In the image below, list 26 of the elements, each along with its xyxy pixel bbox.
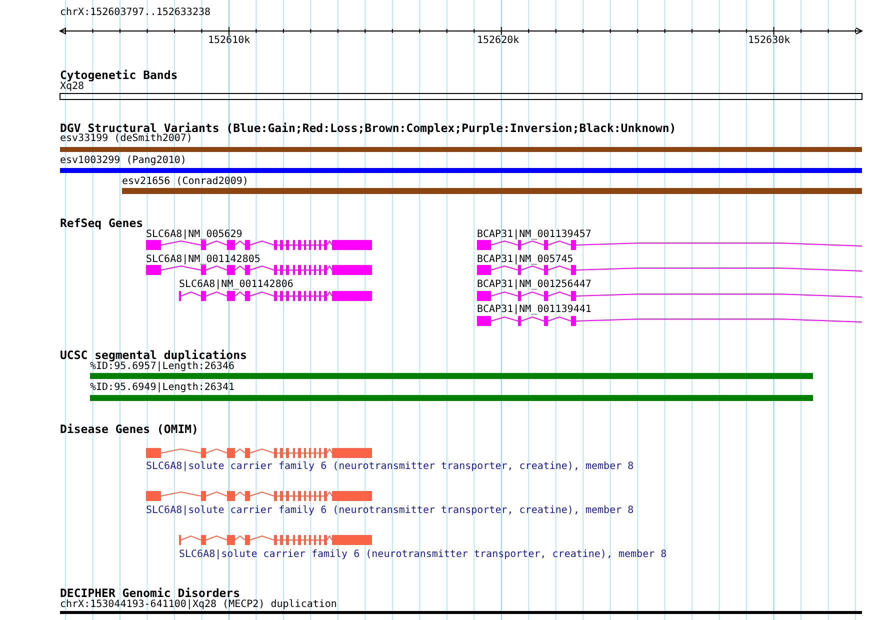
feature-label: SLC6A8|NM_001142806: [179, 279, 294, 290]
feature-label: BCAP31|NM_005745: [477, 254, 574, 265]
feature-label: BCAP31|NM_001256447: [477, 279, 592, 290]
feature-label: SLC6A8|solute carrier family 6 (neurotransmitter transporter, creatine), member 8: [146, 461, 634, 472]
feature-label: SLC6A8|solute carrier family 6 (neurotransmitter transporter, creatine), member 8: [146, 505, 634, 516]
tick-label: 152620k: [477, 35, 520, 46]
tick-label: 152630k: [748, 35, 790, 46]
tick-label: 152610k: [208, 35, 250, 46]
track-title: Disease Genes (OMIM): [60, 422, 198, 436]
feature-label: SLC6A8|NM_001142805: [146, 254, 260, 265]
feature-label: esv1003299 (Pang2010): [60, 155, 186, 166]
track-title: Cytogenetic Bands: [60, 68, 178, 82]
feature-label: SLC6A8|NM_005629: [146, 229, 242, 240]
track-title: DECIPHER Genomic Disorders: [60, 586, 240, 600]
feature-label: %ID:95.6957|Length:26346: [90, 361, 234, 372]
feature-label: esv33199 (deSmith2007): [60, 133, 192, 144]
feature-label: Xq28: [60, 81, 84, 92]
feature-label: chrX:153044193-641100|Xq28 (MECP2) duplication: [60, 599, 337, 610]
ruler-range: chrX:152603797..152633238: [60, 7, 211, 18]
track-title: RefSeq Genes: [60, 216, 144, 230]
track-title: UCSC segmental duplications: [60, 348, 247, 362]
feature-label: %ID:95.6949|Length:26341: [90, 382, 234, 393]
feature-label: BCAP31|NM_001139457: [477, 229, 592, 240]
feature-label: SLC6A8|solute carrier family 6 (neurotransmitter transporter, creatine), member 8: [179, 549, 667, 560]
feature-label: BCAP31|NM_001139441: [477, 304, 592, 315]
feature-label: esv21656 (Conrad2009): [122, 176, 248, 187]
